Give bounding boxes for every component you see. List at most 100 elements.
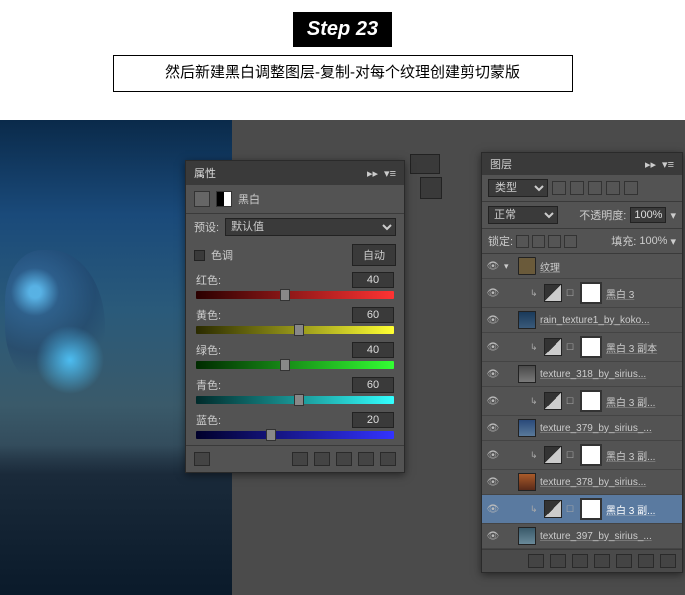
layer-name[interactable]: texture_379_by_sirius_... bbox=[540, 423, 678, 434]
auto-button[interactable]: 自动 bbox=[352, 244, 396, 266]
lock-position-icon[interactable] bbox=[548, 235, 561, 248]
opacity-value[interactable]: 100% bbox=[630, 207, 666, 223]
panel-collapse-icon[interactable]: ▸▸ bbox=[367, 167, 378, 180]
layer-thumb[interactable] bbox=[518, 365, 536, 383]
layer-name[interactable]: rain_texture1_by_koko... bbox=[540, 315, 678, 326]
cyan-slider-thumb[interactable] bbox=[294, 394, 304, 406]
filter-shape-icon[interactable] bbox=[606, 181, 620, 195]
visibility-toggle-icon[interactable] bbox=[486, 367, 500, 381]
collapsed-panel-handle[interactable] bbox=[410, 154, 440, 174]
layer-row[interactable]: texture_318_by_sirius... bbox=[482, 362, 682, 387]
panel-collapse-icon[interactable]: ▸▸ bbox=[645, 158, 656, 171]
properties-panel-tab[interactable]: 属性 ▸▸ ▾≡ bbox=[186, 161, 404, 185]
mask-thumb[interactable] bbox=[580, 282, 602, 304]
visibility-toggle-icon[interactable] bbox=[486, 502, 500, 516]
adjustment-thumb[interactable] bbox=[544, 284, 562, 302]
layer-row[interactable]: texture_379_by_sirius_... bbox=[482, 416, 682, 441]
visibility-toggle-icon[interactable] bbox=[486, 259, 500, 273]
green-slider[interactable] bbox=[196, 361, 394, 369]
blue-slider-thumb[interactable] bbox=[266, 429, 276, 441]
filter-pixel-icon[interactable] bbox=[552, 181, 566, 195]
layer-thumb[interactable] bbox=[518, 419, 536, 437]
layer-name[interactable]: texture_318_by_sirius... bbox=[540, 369, 678, 380]
layer-row[interactable]: rain_texture1_by_koko... bbox=[482, 308, 682, 333]
view-previous-icon[interactable] bbox=[314, 452, 330, 466]
layer-name[interactable]: 黑白 3 副... bbox=[606, 448, 678, 463]
mask-thumb[interactable] bbox=[580, 498, 602, 520]
fill-value[interactable]: 100% bbox=[639, 235, 667, 247]
yellow-slider[interactable] bbox=[196, 326, 394, 334]
new-group-icon[interactable] bbox=[616, 554, 632, 568]
visibility-toggle-icon[interactable] bbox=[486, 340, 500, 354]
green-slider-thumb[interactable] bbox=[280, 359, 290, 371]
red-value[interactable]: 40 bbox=[352, 272, 394, 288]
mask-thumb[interactable] bbox=[580, 336, 602, 358]
green-value[interactable]: 40 bbox=[352, 342, 394, 358]
layer-name[interactable]: 黑白 3 副本 bbox=[606, 340, 678, 355]
layers-panel-tab[interactable]: 图层 ▸▸ ▾≡ bbox=[482, 153, 682, 175]
blue-value[interactable]: 20 bbox=[352, 412, 394, 428]
layer-row[interactable]: ↳ ☐ 黑白 3 bbox=[482, 279, 682, 308]
blend-mode-select[interactable]: 正常 bbox=[488, 206, 558, 224]
collapsed-panel-icon[interactable] bbox=[420, 177, 442, 199]
layer-row[interactable]: texture_378_by_sirius... bbox=[482, 470, 682, 495]
adjustment-thumb[interactable] bbox=[544, 446, 562, 464]
layer-name[interactable]: 黑白 3 副... bbox=[606, 502, 678, 517]
visibility-toggle-icon[interactable] bbox=[486, 421, 500, 435]
adjustment-thumb[interactable] bbox=[544, 500, 562, 518]
delete-layer-icon[interactable] bbox=[660, 554, 676, 568]
visibility-toggle-icon[interactable] bbox=[486, 529, 500, 543]
group-expand-icon[interactable]: ▾ bbox=[504, 261, 514, 272]
layer-thumb[interactable] bbox=[518, 527, 536, 545]
visibility-toggle-icon[interactable] bbox=[486, 286, 500, 300]
new-adjustment-icon[interactable] bbox=[594, 554, 610, 568]
adjustment-icon[interactable] bbox=[194, 191, 210, 207]
layer-name[interactable]: 纹理 bbox=[540, 259, 678, 274]
layer-row-selected[interactable]: ↳ ☐ 黑白 3 副... bbox=[482, 495, 682, 524]
mask-icon[interactable] bbox=[216, 191, 232, 207]
layer-group-row[interactable]: ▾ 纹理 bbox=[482, 254, 682, 279]
layer-name[interactable]: 黑白 3 bbox=[606, 286, 678, 301]
layer-row[interactable]: texture_397_by_sirius_... bbox=[482, 524, 682, 549]
layer-row[interactable]: ↳ ☐ 黑白 3 副... bbox=[482, 441, 682, 470]
clip-to-layer-icon[interactable] bbox=[292, 452, 308, 466]
mask-thumb[interactable] bbox=[580, 444, 602, 466]
visibility-toggle-icon[interactable] bbox=[486, 394, 500, 408]
adjustment-thumb[interactable] bbox=[544, 392, 562, 410]
red-slider-thumb[interactable] bbox=[280, 289, 290, 301]
yellow-slider-thumb[interactable] bbox=[294, 324, 304, 336]
reset-icon[interactable] bbox=[336, 452, 352, 466]
link-layers-icon[interactable] bbox=[528, 554, 544, 568]
layer-row[interactable]: ↳ ☐ 黑白 3 副... bbox=[482, 387, 682, 416]
blue-slider[interactable] bbox=[196, 431, 394, 439]
panel-menu-icon[interactable]: ▾≡ bbox=[662, 158, 674, 171]
lock-all-icon[interactable] bbox=[564, 235, 577, 248]
filter-kind-select[interactable]: 类型 bbox=[488, 179, 548, 197]
lock-transparent-icon[interactable] bbox=[516, 235, 529, 248]
tint-checkbox[interactable] bbox=[194, 250, 205, 261]
target-adjust-icon[interactable] bbox=[194, 452, 210, 466]
red-slider[interactable] bbox=[196, 291, 394, 299]
panel-menu-icon[interactable]: ▾≡ bbox=[384, 167, 396, 180]
opacity-dropdown-icon[interactable]: ▾ bbox=[670, 209, 676, 222]
cyan-value[interactable]: 60 bbox=[352, 377, 394, 393]
filter-type-icon[interactable] bbox=[588, 181, 602, 195]
filter-adjust-icon[interactable] bbox=[570, 181, 584, 195]
visibility-toggle-icon[interactable] bbox=[486, 475, 500, 489]
filter-smart-icon[interactable] bbox=[624, 181, 638, 195]
layer-name[interactable]: texture_397_by_sirius_... bbox=[540, 531, 678, 542]
layer-row[interactable]: ↳ ☐ 黑白 3 副本 bbox=[482, 333, 682, 362]
lock-image-icon[interactable] bbox=[532, 235, 545, 248]
visibility-toggle-icon[interactable] bbox=[486, 448, 500, 462]
delete-adjustment-icon[interactable] bbox=[380, 452, 396, 466]
fx-icon[interactable] bbox=[550, 554, 566, 568]
layer-name[interactable]: 黑白 3 副... bbox=[606, 394, 678, 409]
add-mask-icon[interactable] bbox=[572, 554, 588, 568]
mask-thumb[interactable] bbox=[580, 390, 602, 412]
layer-thumb[interactable] bbox=[518, 311, 536, 329]
cyan-slider[interactable] bbox=[196, 396, 394, 404]
new-layer-icon[interactable] bbox=[638, 554, 654, 568]
fill-dropdown-icon[interactable]: ▾ bbox=[670, 235, 676, 248]
visibility-toggle-icon[interactable] bbox=[486, 313, 500, 327]
layer-thumb[interactable] bbox=[518, 473, 536, 491]
